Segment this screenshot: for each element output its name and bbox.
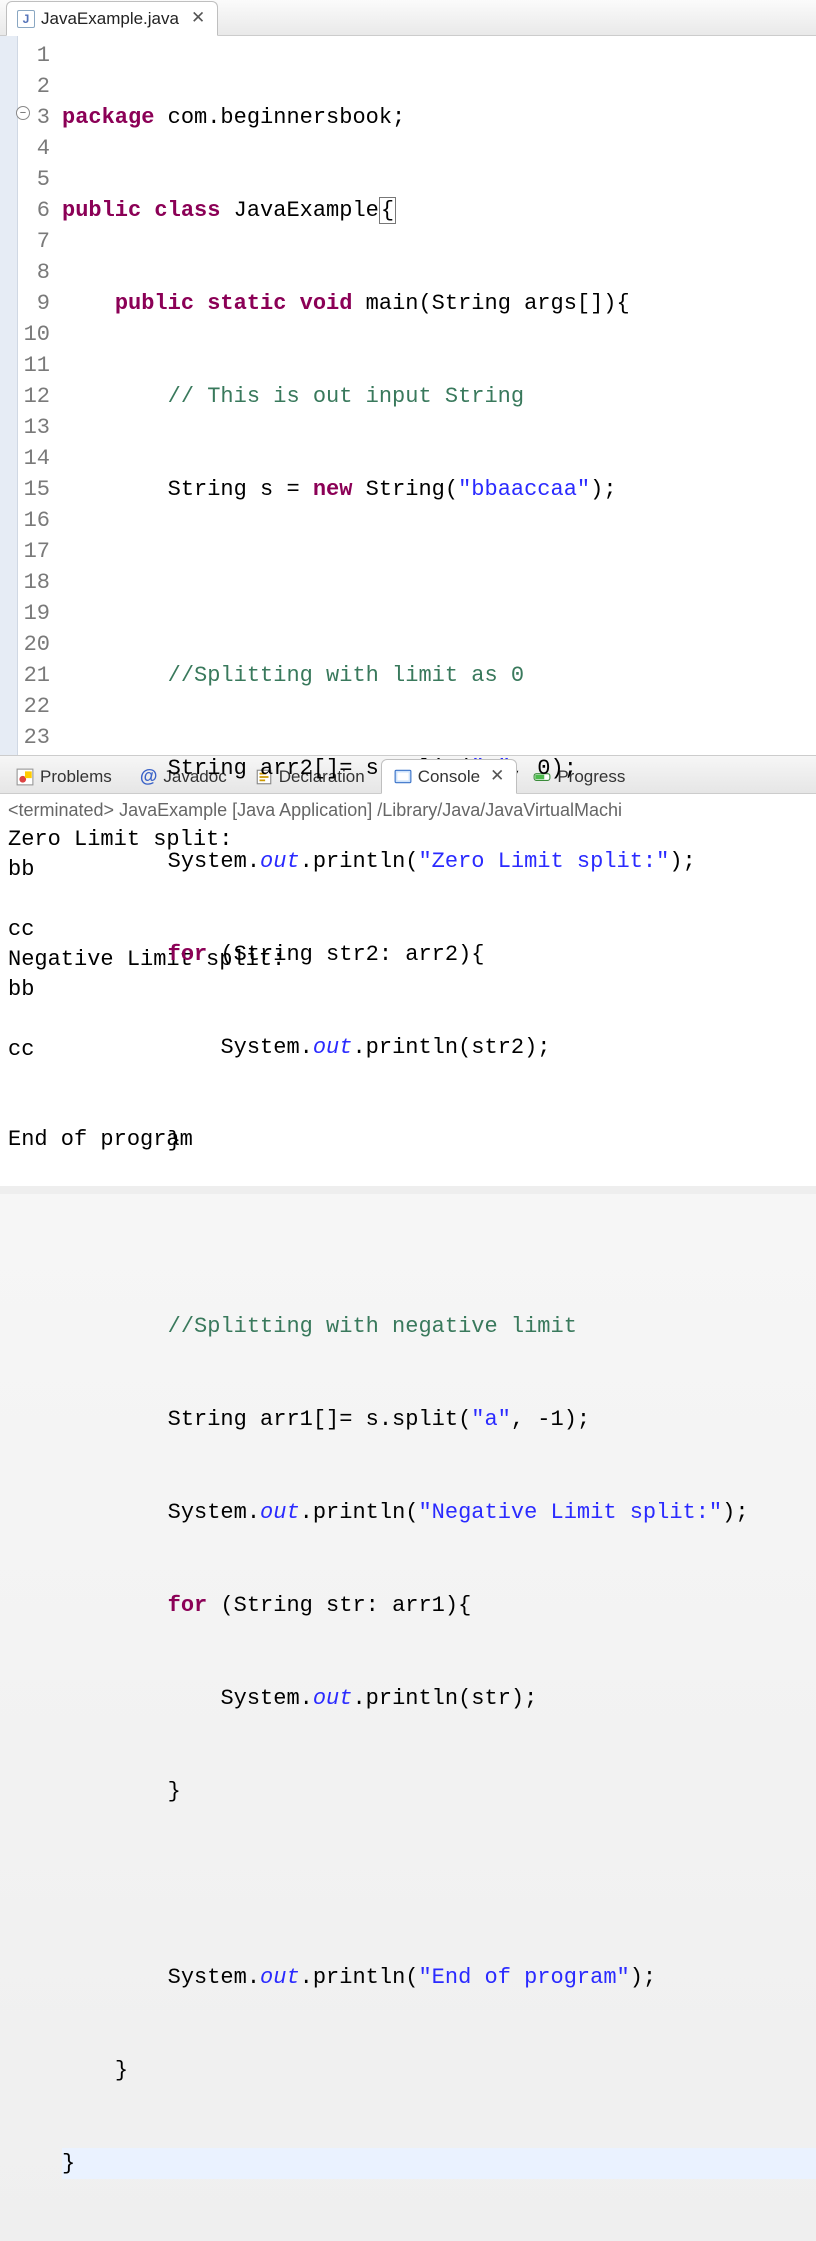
line-number: 11: [18, 350, 50, 381]
line-number: 9: [18, 288, 50, 319]
console-icon: [394, 768, 412, 786]
code-line: for (String str2: arr2){: [62, 939, 816, 970]
line-number: 14: [18, 443, 50, 474]
line-number: 21: [18, 660, 50, 691]
code-line: [62, 1869, 816, 1900]
line-number: 10: [18, 319, 50, 350]
line-number: 23: [18, 722, 50, 753]
tab-label: Console: [418, 767, 480, 787]
code-line: public static void main(String args[]){: [62, 288, 816, 319]
line-number: 1: [18, 40, 50, 71]
code-line: // This is out input String: [62, 381, 816, 412]
line-number: 4: [18, 133, 50, 164]
line-number: 13: [18, 412, 50, 443]
line-number: 8: [18, 257, 50, 288]
line-number: 2: [18, 71, 50, 102]
editor-area: − 1 2 3 4 5 6 7 8 9 10 11 12 13 14 15 16…: [0, 36, 816, 756]
code-line: System.out.println("End of program");: [62, 1962, 816, 1993]
line-number: 19: [18, 598, 50, 629]
java-file-icon: J: [17, 10, 35, 28]
line-number: 5: [18, 164, 50, 195]
code-line: //Splitting with limit as 0: [62, 660, 816, 691]
code-line: }: [62, 2148, 816, 2179]
fold-toggle-icon[interactable]: −: [16, 106, 30, 120]
marker-gutter: −: [0, 36, 18, 755]
line-number: 22: [18, 691, 50, 722]
line-number: 16: [18, 505, 50, 536]
code-line: }: [62, 1776, 816, 1807]
tab-console[interactable]: Console ✕: [381, 759, 518, 794]
line-number: 17: [18, 536, 50, 567]
code-line: //Splitting with negative limit: [62, 1311, 816, 1342]
editor-tab-label: JavaExample.java: [41, 9, 179, 29]
code-line: String arr1[]= s.split("a", -1);: [62, 1404, 816, 1435]
code-line: }: [62, 1125, 816, 1156]
code-line: System.out.println(str);: [62, 1683, 816, 1714]
line-number: 7: [18, 226, 50, 257]
line-number: 18: [18, 567, 50, 598]
code-line: System.out.println(str2);: [62, 1032, 816, 1063]
line-number: 12: [18, 381, 50, 412]
line-number: 6: [18, 195, 50, 226]
line-number: 20: [18, 629, 50, 660]
code-line: }: [62, 2055, 816, 2086]
code-line: [62, 1218, 816, 1249]
code-line: public class JavaExample{: [62, 195, 816, 226]
problems-icon: [16, 768, 34, 786]
code-line: String s = new String("bbaaccaa");: [62, 474, 816, 505]
code-line: System.out.println("Negative Limit split…: [62, 1497, 816, 1528]
close-icon[interactable]: ✕: [490, 766, 504, 787]
editor-tab-row: J JavaExample.java ✕: [0, 0, 816, 36]
code-line: System.out.println("Zero Limit split:");: [62, 846, 816, 877]
code-line: package com.beginnersbook;: [62, 102, 816, 133]
close-icon[interactable]: ✕: [191, 8, 205, 29]
editor-tab-javaexample[interactable]: J JavaExample.java ✕: [6, 1, 218, 36]
line-number: 15: [18, 474, 50, 505]
code-line: for (String str: arr1){: [62, 1590, 816, 1621]
code-line: [62, 567, 816, 598]
code-area[interactable]: package com.beginnersbook; public class …: [56, 36, 816, 755]
line-number-gutter: 1 2 3 4 5 6 7 8 9 10 11 12 13 14 15 16 1…: [18, 36, 56, 755]
